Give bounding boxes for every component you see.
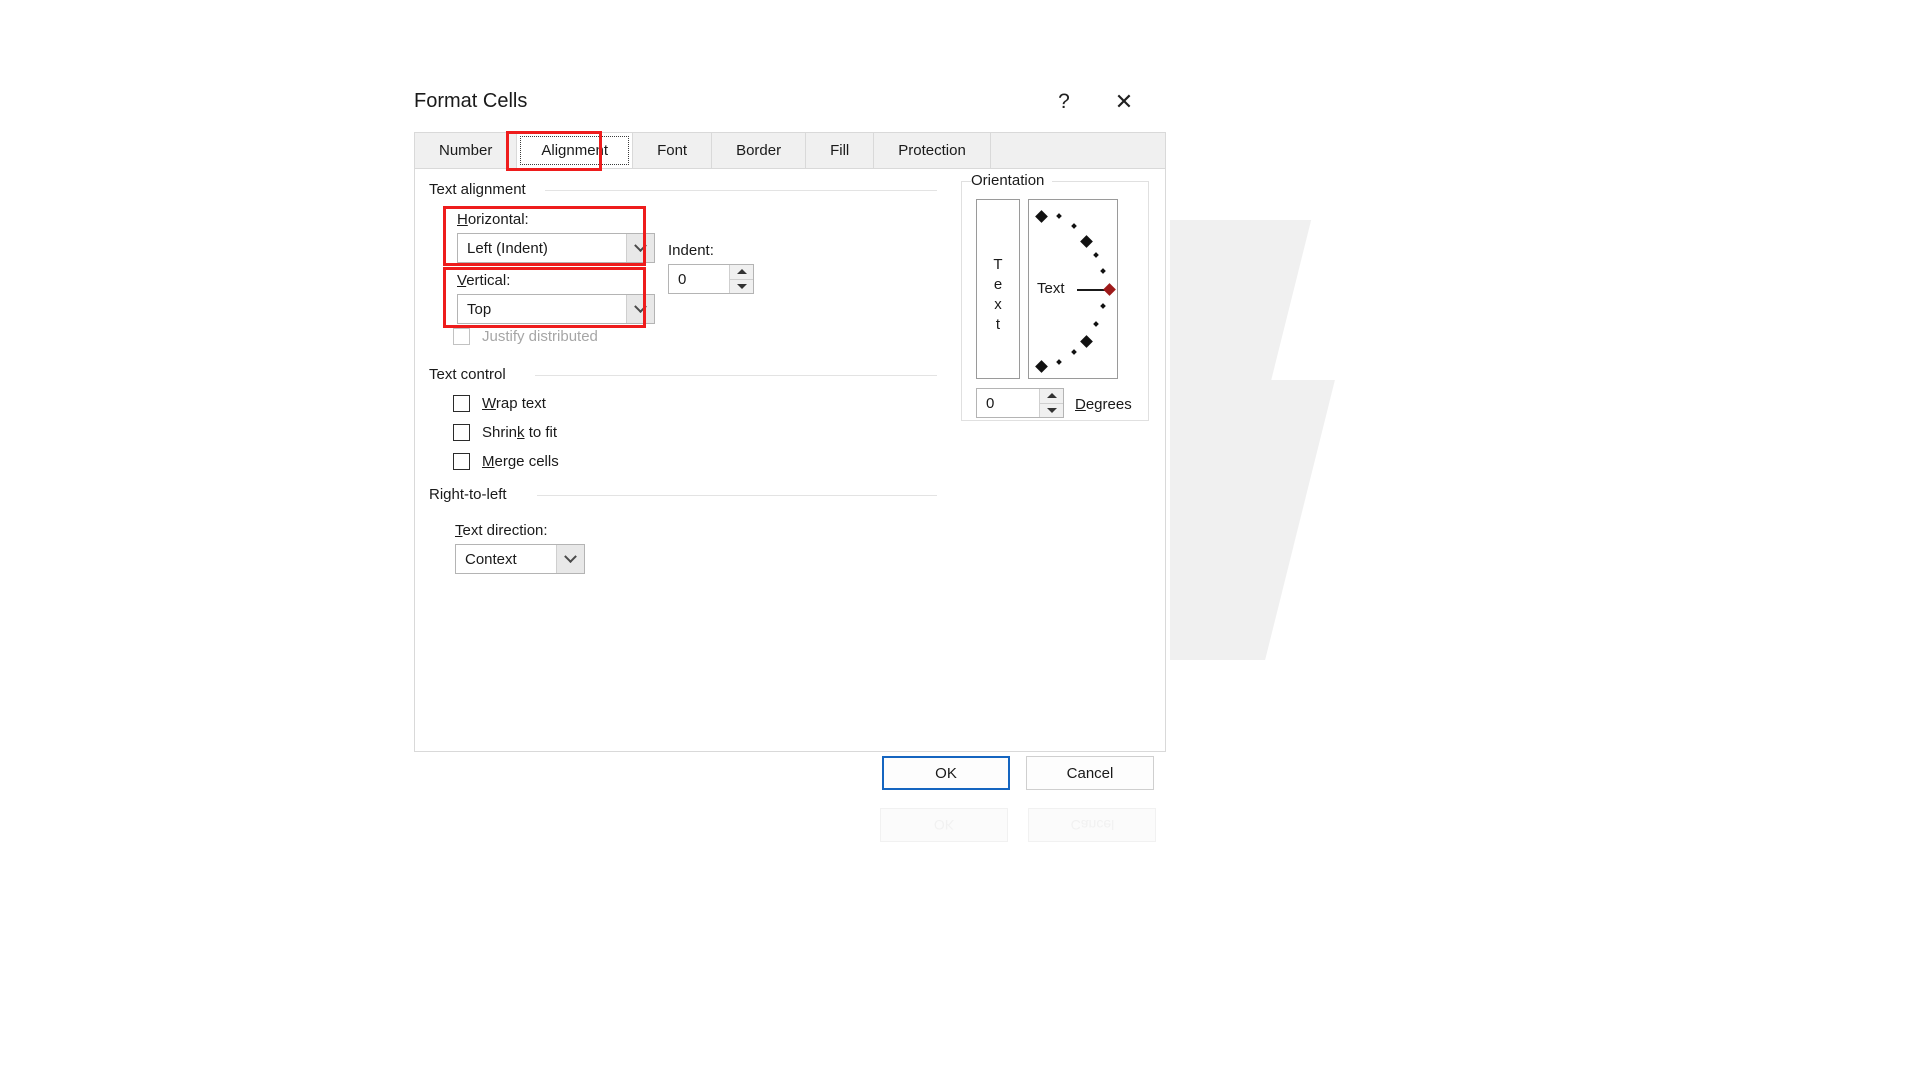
orientation-vertical-text-box[interactable]: T e x t bbox=[976, 199, 1020, 379]
dial-tick bbox=[1100, 303, 1106, 309]
chevron-down-icon[interactable] bbox=[556, 545, 584, 573]
dialog-title: Format Cells bbox=[414, 90, 528, 112]
tab-label: Protection bbox=[898, 142, 966, 159]
checkbox-box bbox=[453, 453, 470, 470]
text-direction-value: Context bbox=[465, 550, 517, 568]
checkbox-box bbox=[453, 395, 470, 412]
spinner-down-icon[interactable] bbox=[730, 278, 753, 293]
chevron-down-icon[interactable] bbox=[626, 295, 654, 323]
right-to-left-group-label: Right-to-left bbox=[429, 486, 515, 503]
horizontal-label: Horizontal: bbox=[457, 211, 529, 228]
group-divider bbox=[535, 375, 937, 376]
tab-number[interactable]: Number bbox=[415, 133, 518, 168]
text-direction-combobox[interactable]: Context bbox=[455, 544, 585, 574]
tab-border[interactable]: Border bbox=[712, 133, 807, 168]
dial-marker-90deg[interactable] bbox=[1035, 210, 1048, 223]
dial-tick bbox=[1071, 349, 1077, 355]
vertical-label: Vertical: bbox=[457, 272, 511, 289]
orientation-group-label: Orientation bbox=[971, 172, 1053, 189]
tab-font[interactable]: Font bbox=[633, 133, 713, 168]
checkbox-box bbox=[453, 328, 470, 345]
dial-tick bbox=[1100, 268, 1106, 274]
ok-button[interactable]: OK bbox=[882, 756, 1010, 790]
degrees-value: 0 bbox=[986, 394, 995, 412]
ghost-ok-button: OK bbox=[880, 808, 1008, 842]
tab-focus-ring bbox=[520, 136, 630, 165]
checkbox-label: Shrink to fit bbox=[482, 424, 558, 441]
justify-distributed-checkbox[interactable]: Justify distributed bbox=[453, 328, 598, 345]
text-direction-label: Text direction: bbox=[455, 522, 548, 539]
orientation-dial-label: Text bbox=[1037, 280, 1065, 297]
group-divider bbox=[537, 495, 937, 496]
dial-tick bbox=[1056, 359, 1062, 365]
shrink-to-fit-checkbox[interactable]: Shrink to fit bbox=[453, 424, 557, 441]
chevron-down-icon[interactable] bbox=[626, 234, 654, 262]
orientation-vertical-text: T e x t bbox=[993, 256, 1003, 333]
checkbox-box bbox=[453, 424, 470, 441]
vertical-value: Top bbox=[467, 300, 492, 318]
tab-label: Number bbox=[439, 142, 493, 159]
dial-tick bbox=[1056, 213, 1062, 219]
dial-marker-0deg[interactable] bbox=[1103, 283, 1116, 296]
dialog-title-bar: Format Cells ? ✕ bbox=[402, 70, 1170, 132]
wrap-text-checkbox[interactable]: Wrap text bbox=[453, 395, 546, 412]
tab-fill[interactable]: Fill bbox=[806, 133, 875, 168]
dial-marker-45deg[interactable] bbox=[1080, 235, 1093, 248]
tab-label: Fill bbox=[830, 142, 850, 159]
tab-protection[interactable]: Protection bbox=[874, 133, 991, 168]
text-alignment-group-label: Text alignment bbox=[429, 181, 534, 198]
ghost-cancel-button: Cancel bbox=[1028, 808, 1157, 842]
dial-marker-neg45deg[interactable] bbox=[1080, 335, 1093, 348]
indent-spinner[interactable]: 0 bbox=[668, 264, 754, 294]
orientation-dial[interactable]: Text bbox=[1028, 199, 1118, 379]
degrees-spinner[interactable]: 0 bbox=[976, 388, 1064, 418]
spinner-down-icon[interactable] bbox=[1040, 402, 1063, 417]
dial-marker-neg90deg[interactable] bbox=[1035, 360, 1048, 373]
checkbox-label: Wrap text bbox=[482, 395, 546, 412]
tab-alignment[interactable]: Alignment bbox=[517, 133, 634, 168]
tab-strip: Number Alignment Font Border Fill Protec… bbox=[414, 132, 1166, 168]
text-control-group-label: Text control bbox=[429, 366, 514, 383]
tab-label: Font bbox=[657, 142, 688, 159]
screen: ATRO ACADEMY OK Cancel Format Cells ? ✕ … bbox=[0, 0, 1920, 1080]
degrees-spin-buttons[interactable] bbox=[1039, 389, 1063, 417]
cancel-button[interactable]: Cancel bbox=[1026, 756, 1154, 790]
checkbox-label: Justify distributed bbox=[482, 328, 598, 345]
indent-value: 0 bbox=[678, 270, 687, 288]
alignment-panel: Text alignment Horizontal: Left (Indent)… bbox=[414, 168, 1166, 752]
vertical-combobox[interactable]: Top bbox=[457, 294, 655, 324]
tab-label: Border bbox=[736, 142, 782, 159]
dial-tick bbox=[1071, 223, 1077, 229]
merge-cells-checkbox[interactable]: Merge cells bbox=[453, 453, 559, 470]
close-icon[interactable]: ✕ bbox=[1102, 82, 1146, 120]
spinner-up-icon[interactable] bbox=[1040, 389, 1063, 403]
help-icon[interactable]: ? bbox=[1042, 82, 1086, 120]
dial-tick bbox=[1093, 321, 1099, 327]
format-cells-dialog: Format Cells ? ✕ Number Alignment Font B… bbox=[402, 70, 1170, 801]
degrees-label: Degrees bbox=[1075, 396, 1132, 413]
indent-spin-buttons[interactable] bbox=[729, 265, 753, 293]
group-divider bbox=[545, 190, 937, 191]
dial-tick bbox=[1093, 252, 1099, 258]
ghost-footer: OK Cancel bbox=[880, 808, 1172, 842]
horizontal-value: Left (Indent) bbox=[467, 239, 548, 257]
checkbox-label: Merge cells bbox=[482, 453, 559, 470]
horizontal-combobox[interactable]: Left (Indent) bbox=[457, 233, 655, 263]
spinner-up-icon[interactable] bbox=[730, 265, 753, 279]
indent-label: Indent: bbox=[668, 242, 714, 259]
